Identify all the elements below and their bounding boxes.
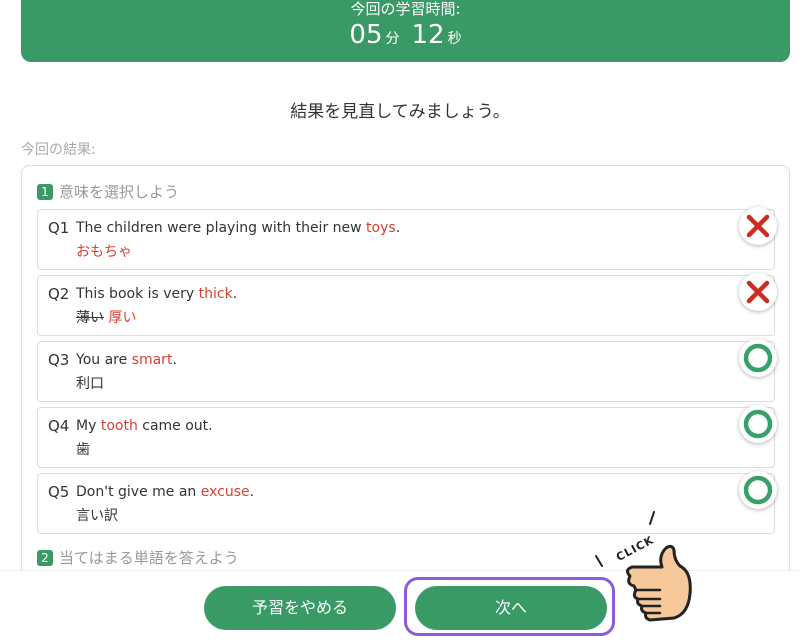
correct-answer: おもちゃ	[76, 244, 132, 260]
correct-answer: 利口	[76, 376, 104, 392]
sentence-text: .	[232, 286, 238, 302]
question-card: Q3 You are smart. 利口	[37, 339, 777, 402]
question-number: Q1	[48, 219, 70, 237]
click-hint: CLICK	[595, 511, 692, 622]
sentence-text: You are	[76, 352, 132, 368]
answer-line: おもちゃ	[76, 241, 132, 261]
answer-line: 薄い 厚い	[76, 307, 136, 327]
question-sentence: My tooth came out.	[76, 418, 213, 434]
timer-seconds-unit: 秒	[447, 31, 462, 47]
correct-answer: 言い訳	[76, 508, 118, 524]
correct-answer: 歯	[76, 442, 90, 458]
answer-line: 言い訳	[76, 505, 118, 525]
question-card: Q1 The children were playing with their …	[37, 207, 777, 270]
section-number-badge: 2	[37, 550, 53, 566]
sentence-text: My	[76, 418, 101, 434]
pointing-hand-icon	[625, 544, 692, 622]
review-message: 結果を見直してみましょう。	[290, 102, 510, 122]
question-sentence: The children were playing with their new…	[76, 220, 400, 236]
next-button[interactable]: 次へ	[415, 586, 607, 630]
click-hint-text: CLICK	[614, 533, 656, 564]
results-label: 今回の結果:	[21, 142, 96, 158]
target-word: toys	[366, 220, 396, 236]
question-number: Q4	[48, 417, 70, 435]
section-title: 意味を選択しよう	[59, 183, 180, 201]
timer-minutes-unit: 分	[385, 31, 400, 47]
question-card: Q4 My tooth came out. 歯	[37, 405, 777, 468]
circle-correct-icon	[739, 339, 777, 377]
sentence-text: .	[172, 352, 177, 368]
answer-line: 歯	[76, 439, 90, 459]
question-sentence: Don't give me an excuse.	[76, 484, 254, 500]
section-heading: 2 当てはまる単語を答えよう	[37, 547, 239, 568]
target-word: excuse	[200, 484, 250, 500]
question-sentence: You are smart.	[76, 352, 177, 368]
section-title: 当てはまる単語を答えよう	[59, 549, 239, 567]
question-card: Q2 This book is very thick. 薄い 厚い	[37, 273, 777, 336]
sentence-text: .	[249, 484, 255, 500]
question-number: Q5	[48, 483, 70, 501]
section-number-badge: 1	[37, 184, 53, 200]
question-number: Q2	[48, 285, 70, 303]
study-time-value: 05 分 12 秒	[21, 20, 790, 50]
target-word: smart	[131, 352, 173, 368]
section-heading: 1 意味を選択しよう	[37, 181, 179, 202]
sentence-text: came out.	[137, 418, 213, 434]
cross-incorrect-icon	[739, 273, 777, 311]
timer-seconds: 12	[411, 20, 445, 50]
target-word: tooth	[100, 418, 138, 434]
wrong-answer: 薄い	[76, 310, 104, 326]
answer-line: 利口	[76, 373, 104, 393]
cross-incorrect-icon	[739, 207, 777, 245]
sentence-text: .	[395, 220, 401, 236]
study-time-label: 今回の学習時間:	[350, 0, 461, 18]
sentence-text: This book is very	[76, 286, 199, 302]
correct-answer: 厚い	[108, 310, 137, 326]
timer-minutes: 05	[349, 20, 383, 50]
question-number: Q3	[48, 351, 70, 369]
sentence-text: Don't give me an	[76, 484, 201, 500]
study-time-banner: 今回の学習時間: 05 分 12 秒	[21, 0, 790, 62]
question-sentence: This book is very thick.	[76, 286, 237, 302]
circle-correct-icon	[739, 405, 777, 443]
sentence-text: The children were playing with their new	[76, 220, 367, 236]
target-word: thick	[198, 286, 233, 302]
quit-preview-button[interactable]: 予習をやめる	[204, 586, 396, 630]
circle-correct-icon	[739, 471, 777, 509]
